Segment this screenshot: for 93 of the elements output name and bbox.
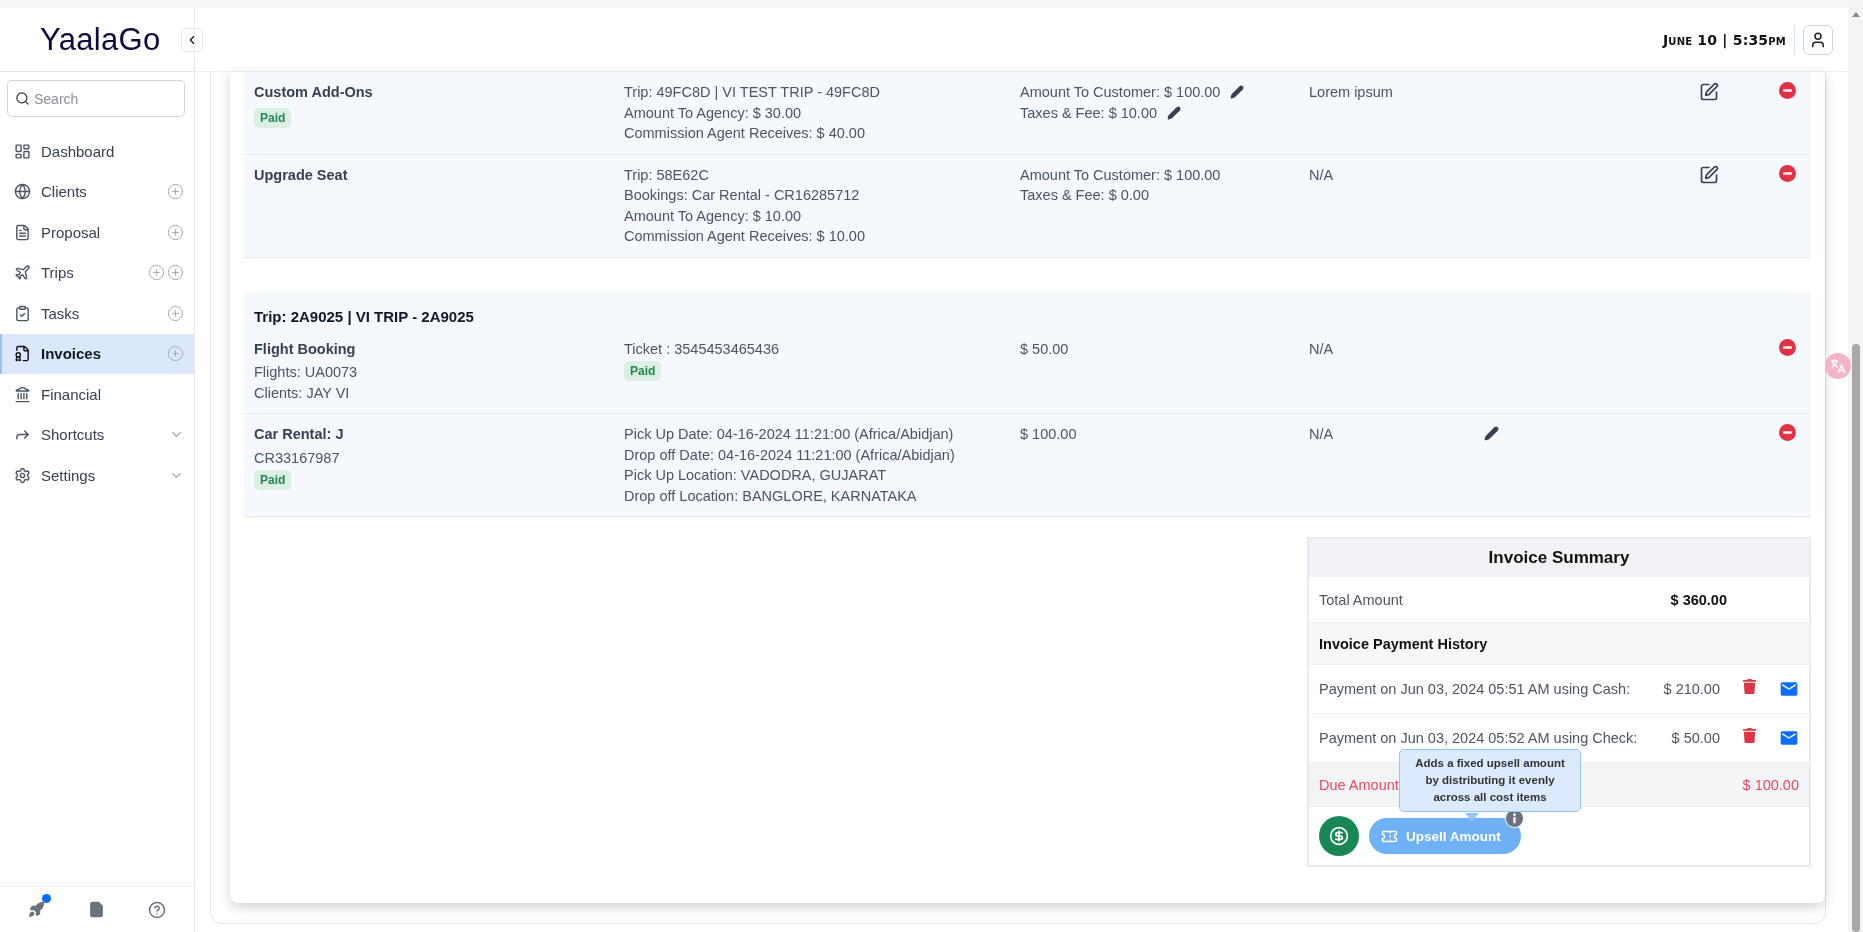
mail-icon[interactable]	[1779, 728, 1799, 748]
clipboard-check-icon	[14, 304, 31, 322]
item-info: Clients: JAY VI	[254, 383, 350, 403]
item-detail: Trip: 58E62C	[624, 165, 709, 185]
trip-title: Trip: 2A9025 | VI TRIP - 2A9025	[253, 306, 475, 327]
amount-text: $ 50.00	[1020, 339, 1069, 359]
invoice-icon	[14, 345, 31, 363]
item-info: Flights: UA0073	[254, 363, 358, 382]
total-value: $ 360.00	[1670, 591, 1727, 608]
pencil-icon[interactable]	[1230, 85, 1245, 100]
trash-icon[interactable]	[1742, 679, 1757, 694]
payment-amount: $ 50.00	[1671, 730, 1720, 746]
item-note: N/A	[1309, 339, 1334, 359]
amount-text: Taxes & Fee: $ 10.00	[1020, 103, 1158, 123]
search-icon	[15, 91, 30, 106]
scrollbar[interactable]	[1848, 0, 1863, 932]
app-logo: YaalaGo	[40, 21, 161, 58]
rocket-icon[interactable]	[27, 901, 45, 918]
sidebar-item[interactable]: Dashboard	[0, 131, 194, 172]
item-note: N/A	[1309, 425, 1334, 444]
paid-badge: Paid	[624, 361, 662, 381]
dashboard-icon	[14, 142, 31, 160]
item-detail: Trip: 49FC8D | VI TEST TRIP - 49FC8D	[624, 83, 880, 102]
dollar-icon[interactable]	[1329, 826, 1349, 846]
item-detail: Commission Agent Receives: $ 40.00	[624, 124, 865, 143]
search-field[interactable]: Search	[7, 80, 185, 117]
collapse-button[interactable]	[181, 27, 203, 52]
item-detail: Ticket : 3545453465436	[624, 339, 780, 359]
item-detail: Drop off Date: 04-16-2024 11:21:00 (Africa/Abidjan)	[624, 445, 955, 465]
info-icon[interactable]	[1504, 809, 1524, 828]
globe-icon	[14, 183, 31, 201]
add-icon[interactable]	[167, 264, 184, 282]
plane-icon	[14, 264, 31, 282]
trash-icon[interactable]	[1742, 728, 1757, 743]
sidebar-item[interactable]: Financial	[0, 374, 194, 415]
help-icon[interactable]	[148, 900, 167, 919]
sidebar-item[interactable]: Clients	[0, 171, 194, 212]
edit-icon[interactable]	[1699, 82, 1719, 102]
document-icon	[14, 223, 31, 241]
amount-text: Amount To Customer: $ 100.00	[1020, 83, 1221, 102]
amount-text: $ 100.00	[1020, 425, 1077, 444]
payment-amount: $ 210.00	[1663, 681, 1720, 697]
sidebar-item[interactable]: Tasks	[0, 293, 194, 334]
item-detail: Commission Agent Receives: $ 10.00	[624, 227, 865, 246]
add-icon[interactable]	[167, 183, 184, 201]
add-icon[interactable]	[148, 264, 165, 282]
user-icon[interactable]	[1809, 30, 1827, 49]
payment-text: Payment on Jun 03, 2024 05:52 AM using Check:	[1319, 730, 1638, 746]
item-name: Flight Booking	[254, 339, 356, 359]
pencil-icon[interactable]	[1167, 105, 1182, 120]
remove-icon[interactable]	[1779, 338, 1796, 356]
add-icon[interactable]	[167, 304, 184, 322]
item-detail: Bookings: Car Rental - CR16285712	[624, 186, 860, 205]
item-info: CR33167987	[254, 448, 340, 468]
paid-badge: Paid	[254, 107, 292, 128]
sidebar-item[interactable]: Trips	[0, 252, 194, 293]
bank-icon	[14, 385, 31, 403]
add-icon[interactable]	[167, 223, 184, 241]
user-button[interactable]	[1803, 24, 1833, 55]
tooltip: Adds a fixed upsell amount by distributing it evenly across all cost items	[1399, 749, 1581, 812]
item-note: Lorem ipsum	[1309, 83, 1393, 102]
amount-text: Amount To Customer: $ 100.00	[1020, 165, 1221, 185]
paid-badge: Paid	[254, 470, 292, 490]
sidebar-item[interactable]: Proposal	[0, 212, 194, 253]
mail-icon[interactable]	[1779, 679, 1799, 699]
item-name: Custom Add-Ons	[254, 83, 373, 102]
item-detail: Amount To Agency: $ 30.00	[624, 103, 802, 123]
remove-icon[interactable]	[1779, 82, 1796, 99]
due-value: $ 100.00	[1742, 776, 1799, 793]
item-detail: Drop off Location: BANGLORE, KARNATAKA	[624, 486, 917, 506]
summary-title: Invoice Summary	[1309, 539, 1809, 577]
item-name: Car Rental: J	[254, 425, 344, 444]
remove-icon[interactable]	[1779, 424, 1796, 441]
due-label: Due Amount	[1319, 776, 1399, 793]
total-label: Total Amount	[1319, 591, 1403, 608]
amount-text: Taxes & Fee: $ 0.00	[1020, 186, 1149, 205]
remove-icon[interactable]	[1779, 164, 1796, 182]
payment-button[interactable]	[1319, 816, 1359, 856]
edit-icon[interactable]	[1699, 164, 1719, 185]
sidebar-item[interactable]: Shortcuts	[0, 414, 194, 455]
item-detail: Amount To Agency: $ 10.00	[624, 206, 802, 226]
item-detail: Pick Up Date: 04-16-2024 11:21:00 (Africa/Abidjan)	[624, 425, 954, 444]
item-detail: Pick Up Location: VADODRA, GUJARAT	[624, 466, 887, 485]
history-title: Invoice Payment History	[1319, 635, 1488, 652]
date-time: June 10 | 5:35pm	[1662, 31, 1786, 48]
item-note: N/A	[1309, 165, 1334, 185]
sidebar-item[interactable]: Settings	[0, 455, 194, 496]
sidebar-item[interactable]: Invoices	[0, 333, 194, 374]
payment-text: Payment on Jun 03, 2024 05:51 AM using Cash:	[1319, 681, 1631, 697]
pencil-icon[interactable]	[1484, 426, 1499, 441]
item-name: Upgrade Seat	[254, 165, 348, 185]
document-icon[interactable]	[88, 901, 105, 918]
gear-icon	[14, 466, 31, 484]
